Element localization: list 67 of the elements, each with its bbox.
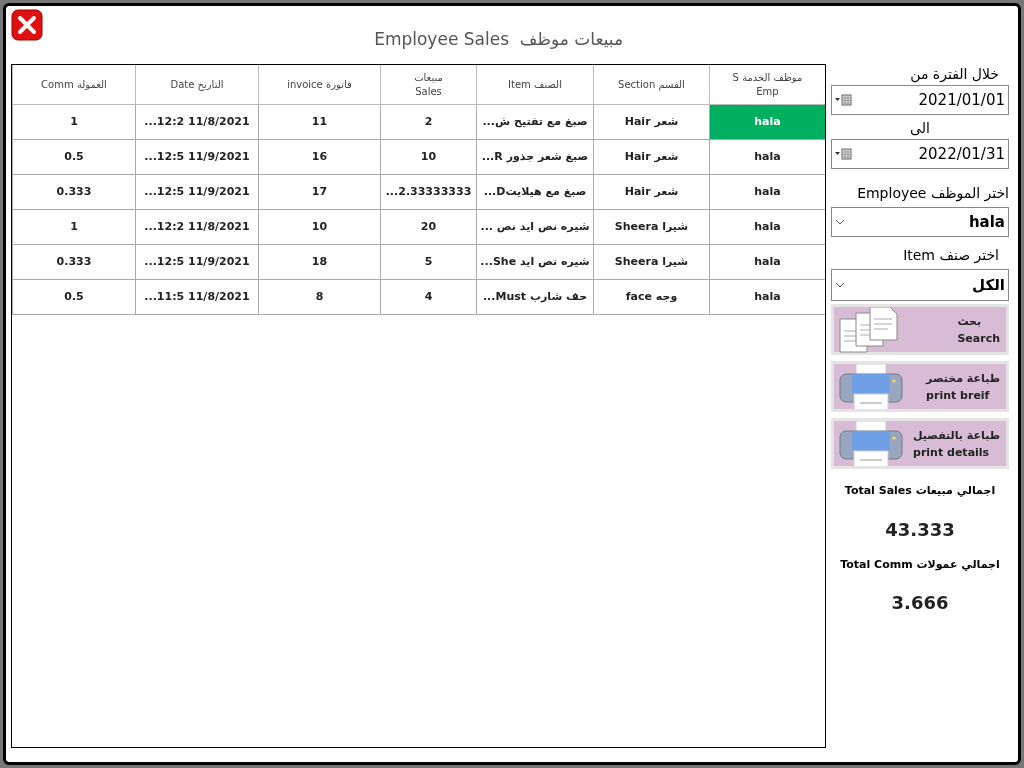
table-cell: 20 <box>380 210 476 245</box>
table-cell: شيرا Sheera <box>593 210 709 245</box>
printer-icon <box>838 363 904 410</box>
table-cell: ...12:2 11/8/2021 <box>135 105 258 140</box>
table-cell: شيره نص ايد She... <box>476 245 593 280</box>
table-cell: شيره نص ايد نص ... <box>476 210 593 245</box>
table-cell: صبغ مع هيلايتD... <box>476 175 593 210</box>
table-cell: شيرا Sheera <box>593 245 709 280</box>
table-cell: ...12:5 11/9/2021 <box>135 245 258 280</box>
to-date-field[interactable]: 2022/01/31 <box>831 139 1009 169</box>
total-label: اجمالي عمولات Total Comm <box>840 556 1000 573</box>
printer-icon <box>838 420 904 467</box>
table-cell: وجه face <box>593 280 709 315</box>
table-cell: ...11:5 11/8/2021 <box>135 280 258 315</box>
table-cell: حف شارب Must... <box>476 280 593 315</box>
from-label: خلال الفترة من <box>909 65 1000 85</box>
column-header: الصنف Item <box>476 65 593 105</box>
column-header: فاتورة invoice <box>258 65 380 105</box>
table-cell: ...12:5 11/9/2021 <box>135 140 258 175</box>
table-cell: ...2.33333333 <box>380 175 476 210</box>
table-cell: ...12:2 11/8/2021 <box>135 210 258 245</box>
table-cell: 1 <box>12 210 135 245</box>
employee-dropdown[interactable]: hala <box>831 207 1009 237</box>
table-cell: صبغ مع تفتيح ش... <box>476 105 593 140</box>
table-cell: شعر Hair <box>593 175 709 210</box>
table-cell: 16 <box>258 140 380 175</box>
to-label: الى <box>910 119 930 138</box>
total-value: 3.666 <box>891 591 949 615</box>
table-cell: hala <box>709 175 825 210</box>
from-date-field[interactable]: 2021/01/01 <box>831 85 1009 115</box>
table-cell: 0.5 <box>12 140 135 175</box>
calendar-dropdown-icon[interactable] <box>835 94 853 106</box>
table-cell: صبغ شعر جذور R... <box>476 140 593 175</box>
table-cell: 0.333 <box>12 245 135 280</box>
item-label: اختر صنف Item <box>902 246 1000 266</box>
close-icon[interactable] <box>11 9 43 41</box>
calendar-dropdown-icon[interactable] <box>835 148 853 160</box>
table-cell: 17 <box>258 175 380 210</box>
table-cell: 10 <box>380 140 476 175</box>
table-cell: hala <box>709 280 825 315</box>
table-cell: 5 <box>380 245 476 280</box>
item-dropdown[interactable]: الكل <box>831 269 1009 301</box>
table-cell: 0.5 <box>12 280 135 315</box>
table-cell: hala <box>709 140 825 175</box>
column-header: القسم Section <box>593 65 709 105</box>
employee-label: اختر الموظف Employee <box>856 184 1009 204</box>
table-cell: شعر Hair <box>593 105 709 140</box>
table-cell: 8 <box>258 280 380 315</box>
window-title: مبيعات موظف Employee Sales <box>374 28 623 51</box>
table-cell: 18 <box>258 245 380 280</box>
column-header: التاريخ Date <box>135 65 258 105</box>
table-cell: ...12:5 11/9/2021 <box>135 175 258 210</box>
table-cell: 0.333 <box>12 175 135 210</box>
chevron-down-icon[interactable] <box>835 282 845 288</box>
column-header: العمولة Comm <box>12 65 135 105</box>
total-label: اجمالي مبيعات Total Sales <box>844 483 996 499</box>
table-cell: 2 <box>380 105 476 140</box>
table-cell: 11 <box>258 105 380 140</box>
table-cell: شعر Hair <box>593 140 709 175</box>
table-cell: 1 <box>12 105 135 140</box>
table-cell: hala <box>709 210 825 245</box>
chevron-down-icon[interactable] <box>835 219 845 225</box>
total-value: 43.333 <box>885 517 955 542</box>
table-cell: 4 <box>380 280 476 315</box>
table-cell: hala <box>709 105 825 140</box>
table-cell: 10 <box>258 210 380 245</box>
table-cell: hala <box>709 245 825 280</box>
